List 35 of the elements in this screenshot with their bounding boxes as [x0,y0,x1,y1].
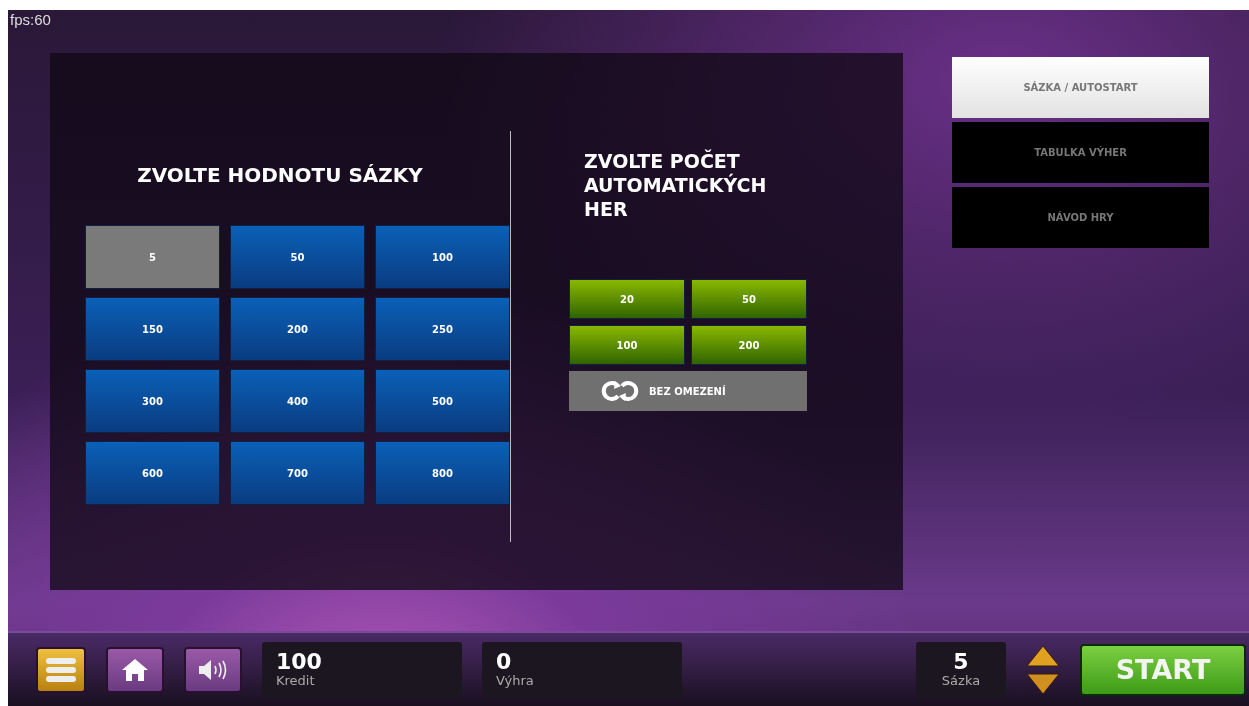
speaker-icon [198,658,228,681]
unlimited-button[interactable]: BEZ OMEZENÍ [569,371,807,411]
bet-option[interactable]: 600 [85,441,220,505]
sound-button[interactable] [184,646,242,693]
autoplay-title: ZVOLTE POČET AUTOMATICKÝCH HER [584,149,768,221]
menu-button[interactable] [36,646,86,693]
bet-option[interactable]: 300 [85,369,220,433]
menu-tab[interactable]: SÁZKA / AUTOSTART [952,57,1209,118]
bet-option[interactable]: 100 [375,225,510,289]
loop-icon [601,379,639,403]
menu-tab[interactable]: NÁVOD HRY [952,187,1209,248]
bet-option[interactable]: 150 [85,297,220,361]
bet-option[interactable]: 500 [375,369,510,433]
bet-display: 5 Sázka [916,641,1006,698]
menu-tab[interactable]: TABULKA VÝHER [952,122,1209,183]
bet-option[interactable]: 800 [375,441,510,505]
bet-option[interactable]: 700 [230,441,365,505]
bet-title: ZVOLTE HODNOTU SÁZKY [136,163,424,187]
home-icon [121,657,149,682]
autoplay-option[interactable]: 200 [691,325,807,365]
autoplay-option[interactable]: 50 [691,279,807,319]
menu-icon [45,656,77,683]
credit-display: 100 Kredit [262,641,462,698]
autoplay-option[interactable]: 20 [569,279,685,319]
bet-option[interactable]: 5 [85,225,220,289]
home-button[interactable] [106,646,164,693]
autoplay-option[interactable]: 100 [569,325,685,365]
up-arrow-icon[interactable] [1026,644,1060,667]
down-arrow-icon[interactable] [1026,672,1060,695]
bet-option[interactable]: 200 [230,297,365,361]
win-display: 0 Výhra [482,641,682,698]
bet-option[interactable]: 400 [230,369,365,433]
bet-option[interactable]: 50 [230,225,365,289]
bet-option[interactable]: 250 [375,297,510,361]
fps-counter: fps:60 [10,11,51,28]
